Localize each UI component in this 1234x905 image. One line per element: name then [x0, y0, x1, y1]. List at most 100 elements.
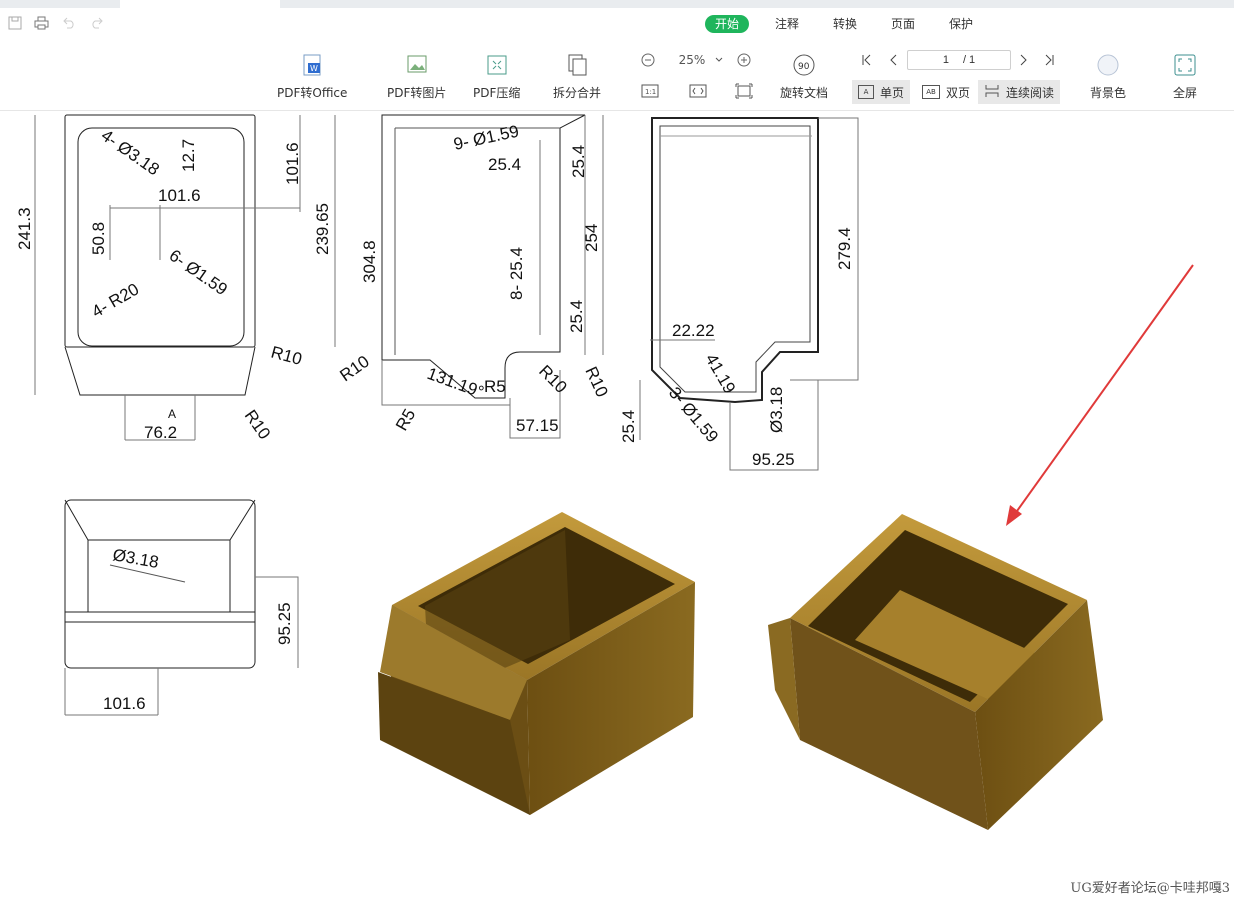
single-page-label: 单页 — [880, 85, 905, 100]
rotate-icon: 90 — [791, 52, 817, 78]
split-merge-label: 拆分合并 — [553, 86, 602, 100]
section-label-a: A — [168, 407, 176, 421]
dim-r10-a: R10 — [269, 343, 304, 369]
split-merge-icon — [564, 52, 590, 78]
rotate-doc-label: 旋转文档 — [780, 86, 829, 100]
save-icon[interactable] — [6, 14, 24, 32]
background-color-label: 背景色 — [1090, 86, 1127, 100]
background-color-button[interactable]: 背景色 — [1090, 52, 1126, 101]
zoom-level[interactable]: 25% — [672, 51, 712, 69]
dim-6-dia-1-59: 6- Ø1.59 — [166, 246, 231, 300]
active-document-tab[interactable] — [120, 0, 280, 8]
tab-convert[interactable]: 转换 — [833, 15, 857, 33]
dim-4-r20: 4- R20 — [89, 279, 143, 321]
first-page-icon[interactable] — [860, 52, 874, 68]
dim-dia-3-18: Ø3.18 — [767, 387, 786, 433]
pdf-to-office-button[interactable]: W PDF转Office — [277, 52, 347, 101]
page-current: 1 — [942, 54, 949, 66]
tab-protect[interactable]: 保护 — [949, 15, 973, 33]
cad-drawing: 241.3 239.65 101.6 12.7 101.6 50.8 4- Ø3… — [15, 114, 1194, 830]
background-color-icon — [1095, 52, 1121, 78]
dim-4-dia-3-18: 4- Ø3.18 — [98, 126, 163, 180]
dim-57-15: 57.15 — [516, 416, 559, 435]
last-page-icon[interactable] — [1042, 52, 1056, 68]
dim-279-4: 279.4 — [835, 227, 854, 270]
double-page-icon: AB — [922, 85, 940, 99]
pdf-to-image-button[interactable]: PDF转图片 — [387, 52, 446, 101]
undo-icon[interactable] — [60, 14, 78, 32]
continuous-reading-button[interactable]: 连续阅读 — [978, 80, 1061, 104]
dim-101-6-a: 101.6 — [158, 186, 201, 205]
dim-101-6-b: 101.6 — [283, 142, 302, 185]
next-page-icon[interactable] — [1017, 52, 1031, 68]
double-page-button[interactable]: AB 双页 — [916, 80, 976, 104]
single-page-button[interactable]: A 单页 — [852, 80, 911, 104]
dim-25-4-c: 25.4 — [567, 300, 586, 333]
top-view-4 — [64, 499, 299, 716]
document-tab-strip — [0, 0, 1234, 8]
dim-41-19: 41.19 — [702, 351, 740, 397]
dim-8-25-4: 8- 25.4 — [507, 247, 526, 300]
actual-size-icon[interactable]: 1:1 — [640, 83, 660, 99]
dim-25-4-b: 25.4 — [569, 145, 588, 178]
model-3d-right — [768, 514, 1103, 830]
page-number-input[interactable]: 1 / 1 — [907, 50, 1011, 70]
zoom-in-icon[interactable] — [736, 52, 752, 68]
pdf-to-image-label: PDF转图片 — [387, 86, 447, 100]
toolbar: 开始 注释 转换 页面 保护 W PDF转Office PDF转图片 PDF压缩… — [0, 0, 1234, 111]
dim-25-4-d: 25.4 — [619, 410, 638, 443]
model-3d-left — [378, 512, 695, 815]
fullscreen-icon — [1172, 52, 1198, 78]
pdf-compress-button[interactable]: PDF压缩 — [473, 52, 520, 101]
image-icon — [404, 52, 430, 78]
section-view-3 — [639, 117, 859, 471]
dim-r10-e: R10 — [581, 364, 611, 400]
continuous-label: 连续阅读 — [1006, 85, 1055, 100]
dim-r10-d: R10 — [535, 361, 570, 396]
dim-r5-a: R5 — [484, 377, 506, 396]
dim-dia-3-18-b: Ø3.18 — [111, 545, 160, 572]
compress-icon — [484, 52, 510, 78]
tab-page[interactable]: 页面 — [891, 15, 915, 33]
dim-9-dia-1-59: 9- Ø1.59 — [452, 122, 521, 154]
continuous-icon — [984, 84, 1000, 101]
dim-95-25-b: 95.25 — [275, 602, 294, 645]
dim-25-4-a: 25.4 — [488, 155, 521, 174]
redo-icon[interactable] — [88, 14, 106, 32]
dim-r10-c: R10 — [336, 352, 372, 385]
dim-50-8: 50.8 — [89, 222, 108, 255]
single-page-icon: A — [858, 85, 874, 99]
dim-r5-b: R5 — [392, 406, 419, 434]
pdf-to-office-label: PDF转Office — [277, 86, 348, 100]
red-arrow — [1006, 264, 1194, 526]
dim-angle-131-19: 131.19° — [425, 364, 487, 402]
zoom-out-icon[interactable] — [640, 52, 656, 68]
split-merge-button[interactable]: 拆分合并 — [553, 52, 601, 101]
fullscreen-button[interactable]: 全屏 — [1172, 52, 1198, 101]
dim-22-22: 22.22 — [672, 321, 715, 340]
dim-241-3: 241.3 — [15, 207, 34, 250]
tab-start[interactable]: 开始 — [705, 15, 750, 33]
rotate-doc-button[interactable]: 90 旋转文档 — [780, 52, 828, 101]
zoom-dropdown-icon[interactable] — [712, 52, 726, 68]
svg-text:W: W — [310, 64, 318, 73]
fit-width-icon[interactable] — [688, 83, 708, 99]
dim-12-7: 12.7 — [179, 139, 198, 172]
dim-101-6-c: 101.6 — [103, 694, 146, 713]
double-page-label: 双页 — [946, 85, 971, 100]
dim-95-25-a: 95.25 — [752, 450, 795, 469]
prev-page-icon[interactable] — [886, 52, 900, 68]
dim-304-8: 304.8 — [360, 240, 379, 283]
print-icon[interactable] — [32, 14, 50, 32]
dim-254: 254 — [582, 224, 601, 252]
fullscreen-label: 全屏 — [1172, 86, 1197, 100]
svg-text:1:1: 1:1 — [645, 88, 656, 96]
dim-3-dia-1-59: 3- Ø1.59 — [665, 383, 722, 446]
document-canvas[interactable]: 241.3 239.65 101.6 12.7 101.6 50.8 4- Ø3… — [0, 111, 1234, 900]
word-doc-icon: W — [299, 52, 325, 78]
tab-annotate[interactable]: 注释 — [775, 15, 799, 33]
pdf-compress-label: PDF压缩 — [473, 86, 521, 100]
page-total: / 1 — [962, 54, 976, 66]
fit-page-icon[interactable] — [734, 83, 754, 99]
svg-text:90: 90 — [798, 62, 810, 72]
